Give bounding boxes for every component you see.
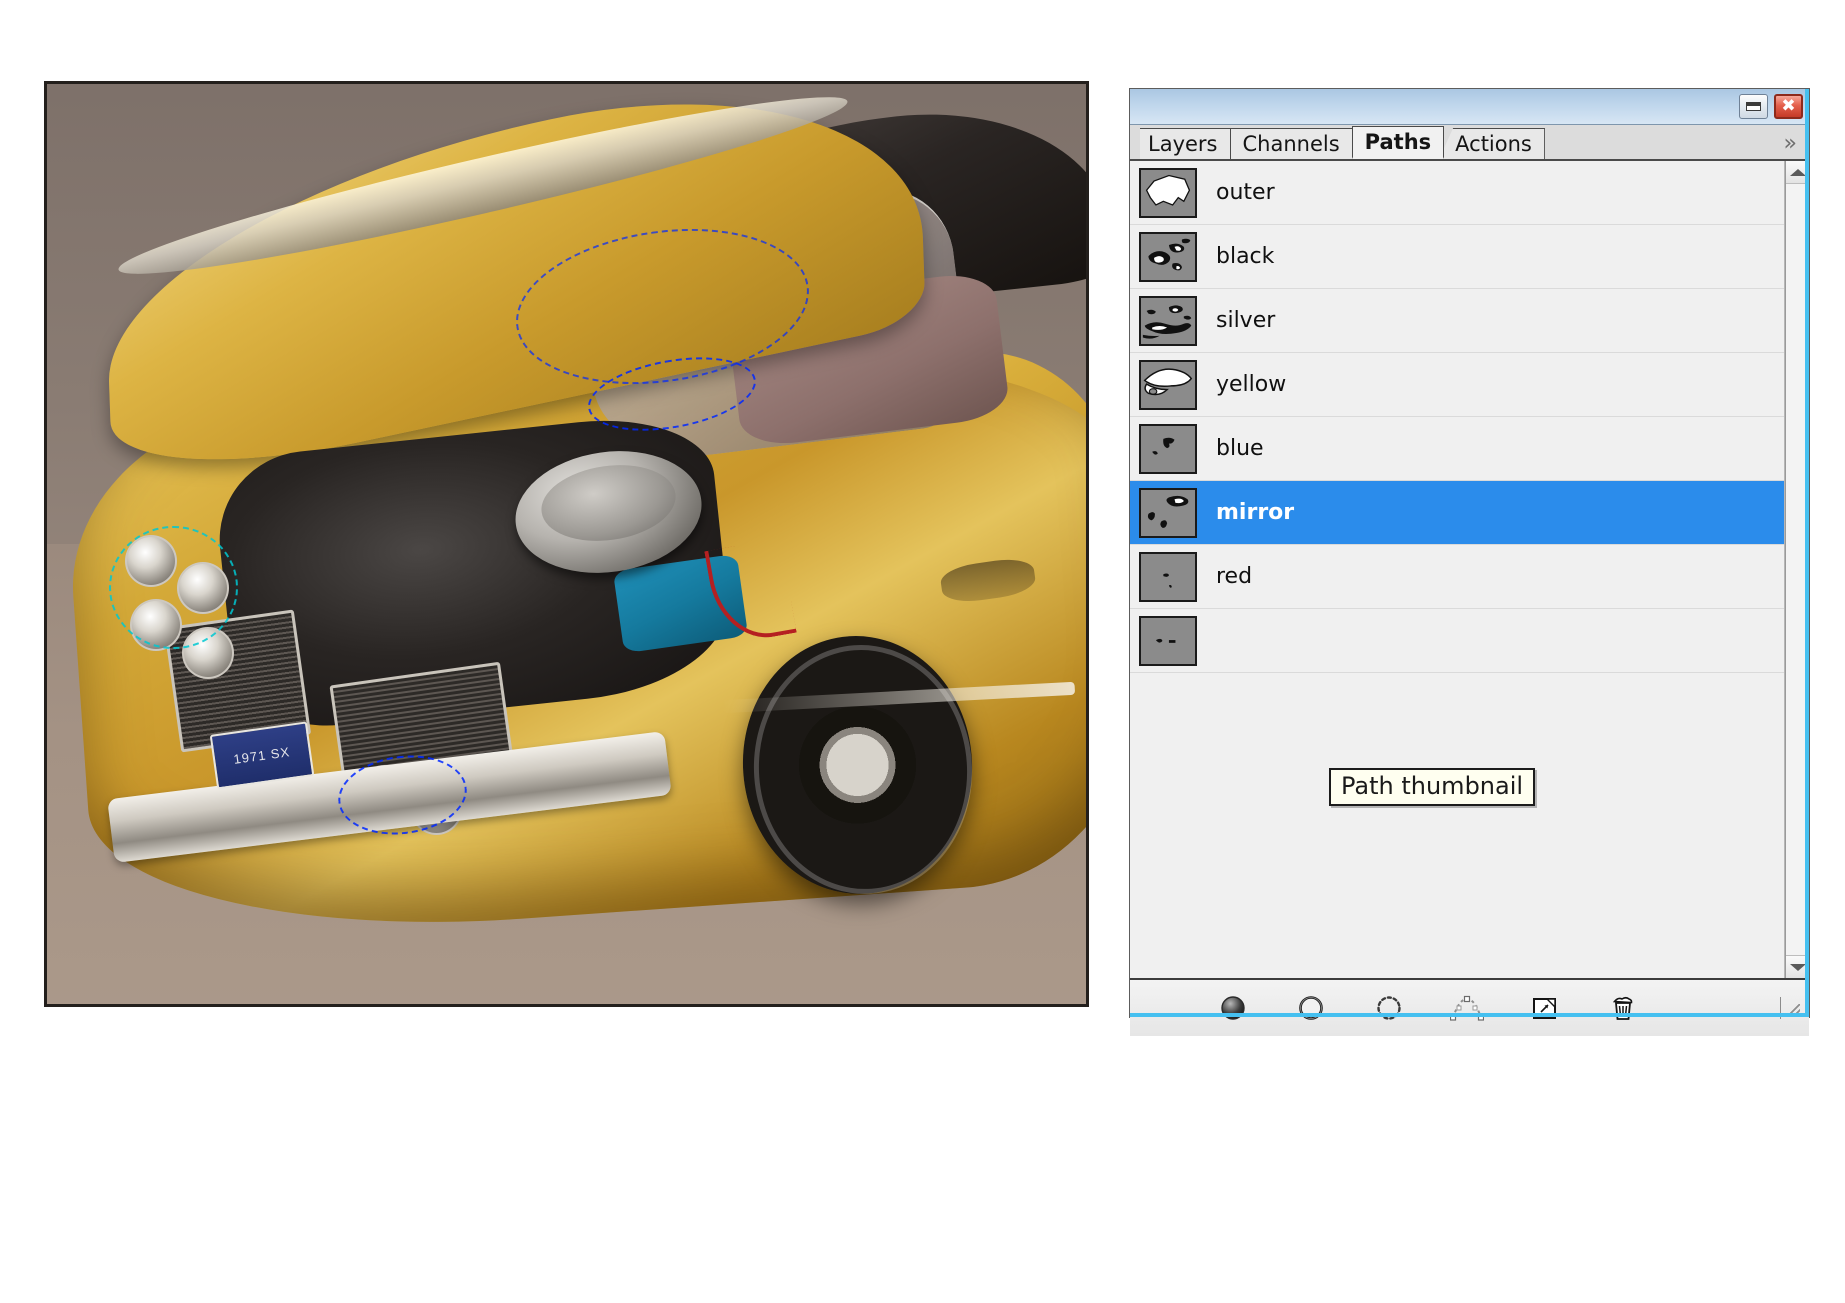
- make-work-path-button[interactable]: [1450, 991, 1484, 1025]
- path-thumbnail[interactable]: [1139, 231, 1197, 282]
- panel-accent-bar-right: [1805, 89, 1809, 1017]
- path-thumbnail[interactable]: [1139, 295, 1197, 346]
- close-button[interactable]: ✖: [1774, 94, 1803, 119]
- path-row-outer[interactable]: outer: [1130, 161, 1784, 225]
- chevron-up-icon: [1789, 168, 1806, 176]
- paths-panel: ✖ Layers Channels Paths Actions » outer …: [1129, 88, 1810, 1036]
- tab-layers[interactable]: Layers: [1140, 128, 1231, 159]
- close-icon: ✖: [1781, 96, 1796, 116]
- car-headlight: [130, 599, 182, 652]
- path-thumbnail[interactable]: [1139, 487, 1197, 538]
- tab-overflow-icon[interactable]: »: [1770, 131, 1809, 159]
- path-row-mirror[interactable]: mirror: [1130, 481, 1784, 545]
- collapse-button[interactable]: [1739, 94, 1768, 119]
- new-path-icon: [1533, 998, 1556, 1019]
- panel-titlebar: ✖: [1130, 89, 1809, 125]
- path-row-last[interactable]: [1130, 609, 1784, 673]
- path-row-blue[interactable]: blue: [1130, 417, 1784, 481]
- tab-channels[interactable]: Channels: [1229, 128, 1353, 159]
- path-name: black: [1216, 244, 1275, 269]
- load-path-as-selection-button[interactable]: [1372, 991, 1406, 1025]
- car-headlight: [176, 562, 229, 615]
- path-name: yellow: [1216, 372, 1287, 397]
- path-row-silver[interactable]: silver: [1130, 289, 1784, 353]
- create-new-path-button[interactable]: [1528, 991, 1562, 1025]
- panel-footer-toolbar: [1130, 978, 1809, 1036]
- path-name: red: [1216, 564, 1253, 589]
- fill-path-button[interactable]: [1216, 991, 1250, 1025]
- trash-icon: [1612, 996, 1633, 1020]
- photo-background: 1971 SX: [47, 84, 1086, 1004]
- path-thumbnail[interactable]: [1139, 167, 1197, 218]
- filled-circle-icon: [1221, 996, 1245, 1020]
- path-row-yellow[interactable]: yellow: [1130, 353, 1784, 417]
- panel-body: outer black silver yellow blue mirror re…: [1130, 161, 1809, 978]
- paths-list: outer black silver yellow blue mirror re…: [1130, 161, 1785, 978]
- path-thumbnail[interactable]: [1139, 551, 1197, 602]
- tooltip-path-thumbnail: Path thumbnail: [1329, 768, 1536, 806]
- chevron-down-icon: [1789, 963, 1806, 971]
- path-row-black[interactable]: black: [1130, 225, 1784, 289]
- path-thumbnail[interactable]: [1139, 615, 1197, 666]
- work-path-icon: [1450, 995, 1484, 1021]
- panel-tabstrip: Layers Channels Paths Actions »: [1130, 125, 1809, 161]
- panel-accent-bar: [1130, 1013, 1809, 1017]
- car-headlight: [182, 626, 234, 679]
- stroke-path-button[interactable]: [1294, 991, 1328, 1025]
- dashed-circle-icon: [1377, 996, 1401, 1020]
- path-row-red[interactable]: red: [1130, 545, 1784, 609]
- car-headlight: [124, 534, 177, 587]
- path-thumbnail[interactable]: [1139, 423, 1197, 474]
- stroke-circle-icon: [1299, 996, 1323, 1020]
- path-name: silver: [1216, 308, 1276, 333]
- tab-paths[interactable]: Paths: [1351, 126, 1445, 159]
- delete-path-button[interactable]: [1606, 991, 1640, 1025]
- path-thumbnail[interactable]: [1139, 359, 1197, 410]
- path-name: outer: [1216, 180, 1275, 205]
- tab-actions[interactable]: Actions: [1439, 128, 1545, 159]
- image-canvas[interactable]: 1971 SX: [44, 81, 1089, 1007]
- screenshot-root: 1971 SX ✖ Layers Channels Paths Actions: [0, 0, 1845, 1303]
- path-name: blue: [1216, 436, 1264, 461]
- path-name: mirror: [1216, 500, 1295, 525]
